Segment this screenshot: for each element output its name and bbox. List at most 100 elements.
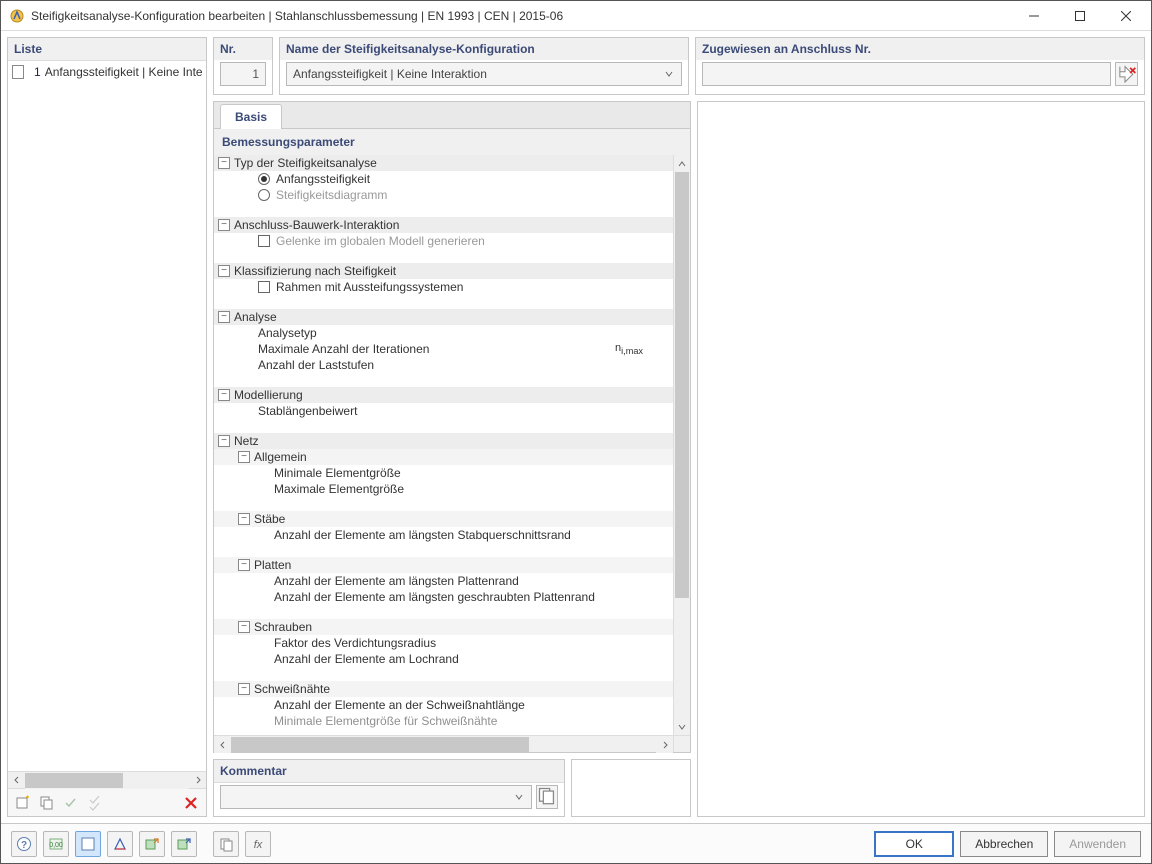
maximize-button[interactable] xyxy=(1057,1,1103,31)
chevron-down-icon xyxy=(511,793,527,801)
cancel-button[interactable]: Abbrechen xyxy=(960,831,1048,857)
row-nelem-bolted[interactable]: Anzahl der Elemente am längsten geschrau… xyxy=(214,589,673,605)
checkbox-icon xyxy=(258,281,270,293)
row-minelem-weld[interactable]: Minimale Elementgröße für Schweißnähte xyxy=(214,713,673,729)
list-toolbar xyxy=(8,788,206,816)
row-nelem-cs[interactable]: Anzahl der Elemente am längsten Stabquer… xyxy=(214,527,673,543)
radio-icon xyxy=(258,173,270,185)
row-load-steps[interactable]: Anzahl der Laststufen xyxy=(214,357,673,373)
row-nelem-hole[interactable]: Anzahl der Elemente am Lochrand xyxy=(214,651,673,667)
nr-input[interactable] xyxy=(220,62,266,86)
radio-stiffness-diagram[interactable]: Steifigkeitsdiagramm xyxy=(214,187,673,203)
pick-connection-button[interactable] xyxy=(1115,62,1138,86)
scroll-right-icon[interactable] xyxy=(656,736,673,753)
tab-basis[interactable]: Basis xyxy=(220,104,282,129)
scroll-up-icon[interactable] xyxy=(674,155,690,172)
copy-button[interactable] xyxy=(36,792,58,814)
assign-input[interactable] xyxy=(702,62,1111,86)
dialog-window: Steifigkeitsanalyse-Konfiguration bearbe… xyxy=(0,0,1152,864)
row-member-length[interactable]: Stablängenbeiwert xyxy=(214,403,673,419)
dialog-body: Liste 1 Anfangssteifigkeit | Keine Inter… xyxy=(1,31,1151,823)
group-stiffness-type[interactable]: −Typ der Steifigkeitsanalyse xyxy=(214,155,673,171)
tree-v-scrollbar[interactable] xyxy=(673,155,690,735)
list-item[interactable]: 1 Anfangssteifigkeit | Keine Interaktion xyxy=(8,61,206,83)
param-tree[interactable]: −Typ der Steifigkeitsanalyse Anfangsstei… xyxy=(214,155,673,735)
svg-text:?: ? xyxy=(21,840,27,851)
row-compression-factor[interactable]: Faktor des Verdichtungsradius xyxy=(214,635,673,651)
scroll-right-icon[interactable] xyxy=(189,772,206,789)
subgroup-plates[interactable]: −Platten xyxy=(214,557,673,573)
window-title: Steifigkeitsanalyse-Konfiguration bearbe… xyxy=(31,9,1011,23)
view-mode-button[interactable] xyxy=(75,831,101,857)
list-item-checkbox[interactable] xyxy=(12,65,24,79)
subgroup-members[interactable]: −Stäbe xyxy=(214,511,673,527)
assign-box: Zugewiesen an Anschluss Nr. xyxy=(695,37,1145,95)
delete-button[interactable] xyxy=(180,792,202,814)
comment-row: Kommentar xyxy=(213,759,691,817)
comment-header: Kommentar xyxy=(214,760,564,783)
export-button-2[interactable] xyxy=(171,831,197,857)
new-button[interactable] xyxy=(12,792,34,814)
svg-text:fx: fx xyxy=(254,839,263,851)
tree-h-scrollbar[interactable] xyxy=(214,735,690,752)
list-item-number: 1 xyxy=(28,65,41,79)
titlebar: Steifigkeitsanalyse-Konfiguration bearbe… xyxy=(1,1,1151,31)
app-icon xyxy=(9,8,25,24)
row-nelem-weld[interactable]: Anzahl der Elemente an der Schweißnahtlä… xyxy=(214,697,673,713)
export-button-1[interactable] xyxy=(139,831,165,857)
top-fields-row: Nr. Name der Steifigkeitsanalyse-Konfigu… xyxy=(213,37,1145,95)
subgroup-welds[interactable]: −Schweißnähte xyxy=(214,681,673,697)
row-max-iterations[interactable]: Maximale Anzahl der Iterationenni,max xyxy=(214,341,673,357)
help-button[interactable]: ? xyxy=(11,831,37,857)
check-generate-hinges[interactable]: Gelenke im globalen Modell generieren xyxy=(214,233,673,249)
assign-header: Zugewiesen an Anschluss Nr. xyxy=(696,38,1144,60)
comment-edit-button[interactable] xyxy=(536,785,558,809)
checkbox-icon xyxy=(258,235,270,247)
chevron-down-icon xyxy=(661,70,677,78)
group-analysis[interactable]: −Analyse xyxy=(214,309,673,325)
scroll-left-icon[interactable] xyxy=(214,736,231,753)
comment-preview xyxy=(571,759,691,817)
group-interaction[interactable]: −Anschluss-Bauwerk-Interaktion xyxy=(214,217,673,233)
list-pane: Liste 1 Anfangssteifigkeit | Keine Inter… xyxy=(7,37,207,817)
structure-button[interactable] xyxy=(107,831,133,857)
comment-combo[interactable] xyxy=(220,785,532,809)
subgroup-bolts[interactable]: −Schrauben xyxy=(214,619,673,635)
group-modeling[interactable]: −Modellierung xyxy=(214,387,673,403)
name-combo-text: Anfangssteifigkeit | Keine Interaktion xyxy=(293,67,661,81)
bottom-bar: ? 0,00 fx OK Abbrechen Anwenden xyxy=(1,823,1151,863)
row-analysis-type[interactable]: Analysetyp xyxy=(214,325,673,341)
scroll-track[interactable] xyxy=(25,772,189,789)
comment-box: Kommentar xyxy=(213,759,565,817)
nr-box: Nr. xyxy=(213,37,273,95)
row-nelem-plate[interactable]: Anzahl der Elemente am längsten Plattenr… xyxy=(214,573,673,589)
params-pane: Bemessungsparameter −Typ der Steifigkeit… xyxy=(214,129,690,752)
function-button[interactable]: fx xyxy=(245,831,271,857)
uncheck-all-button xyxy=(84,792,106,814)
radio-initial-stiffness[interactable]: Anfangssteifigkeit xyxy=(214,171,673,187)
list-h-scrollbar[interactable] xyxy=(8,771,206,788)
name-header: Name der Steifigkeitsanalyse-Konfigurati… xyxy=(280,38,688,60)
tab-host: Basis Bemessungsparameter −Typ der Steif… xyxy=(213,101,691,753)
row-max-elem[interactable]: Maximale Elementgröße xyxy=(214,481,673,497)
row-min-elem[interactable]: Minimale Elementgröße xyxy=(214,465,673,481)
minimize-button[interactable] xyxy=(1011,1,1057,31)
list-body: 1 Anfangssteifigkeit | Keine Interaktion xyxy=(8,61,206,771)
group-classification[interactable]: −Klassifizierung nach Steifigkeit xyxy=(214,263,673,279)
close-button[interactable] xyxy=(1103,1,1149,31)
subgroup-general[interactable]: −Allgemein xyxy=(214,449,673,465)
units-button[interactable]: 0,00 xyxy=(43,831,69,857)
scroll-down-icon[interactable] xyxy=(674,718,690,735)
check-braced-frame[interactable]: Rahmen mit Aussteifungssystemen xyxy=(214,279,673,295)
symbol-nimax: ni,max xyxy=(615,342,643,356)
group-mesh[interactable]: −Netz xyxy=(214,433,673,449)
ok-button[interactable]: OK xyxy=(874,831,954,857)
clipboard-button[interactable] xyxy=(213,831,239,857)
right-pane: Nr. Name der Steifigkeitsanalyse-Konfigu… xyxy=(213,37,1145,817)
scroll-left-icon[interactable] xyxy=(8,772,25,789)
apply-button[interactable]: Anwenden xyxy=(1054,831,1141,857)
params-column: Basis Bemessungsparameter −Typ der Steif… xyxy=(213,101,691,817)
list-header: Liste xyxy=(8,38,206,61)
name-combo[interactable]: Anfangssteifigkeit | Keine Interaktion xyxy=(286,62,682,86)
mid-row: Basis Bemessungsparameter −Typ der Steif… xyxy=(213,101,1145,817)
